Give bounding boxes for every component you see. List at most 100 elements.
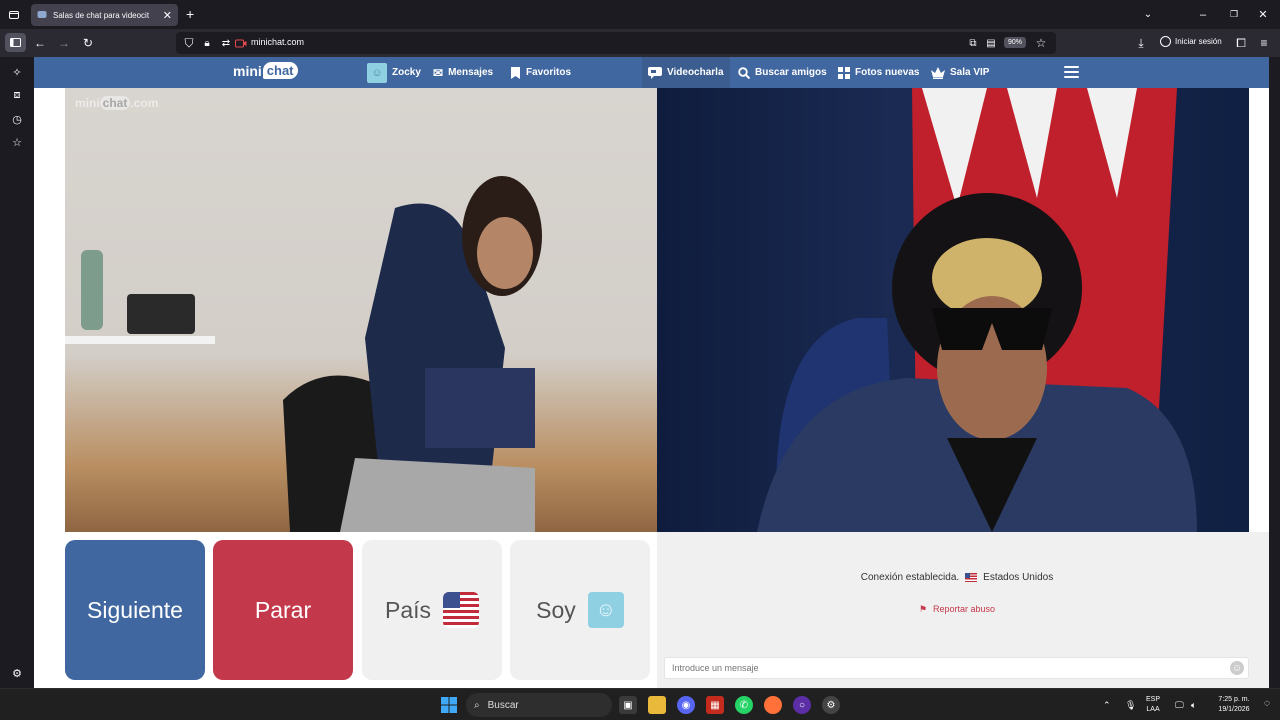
bookmark-star-icon[interactable]: ☆ <box>1034 36 1048 50</box>
back-arrow-icon[interactable]: ← <box>33 36 47 50</box>
volume-icon[interactable]: 🔈︎ <box>1191 700 1196 710</box>
game-app-icon[interactable]: ⚙ <box>822 696 840 714</box>
minichat-watermark: mini chat .com <box>75 96 158 110</box>
reader-view-icon[interactable]: ▤ <box>984 36 998 50</box>
report-abuse-label: Reportar abuso <box>933 604 996 614</box>
restore-button[interactable]: ❐ <box>1228 0 1240 29</box>
minichat-logo[interactable]: mini chat <box>233 62 298 79</box>
emoji-icon[interactable]: ☺ <box>1230 661 1244 675</box>
history-icon[interactable]: ◷ <box>10 112 24 126</box>
close-window-button[interactable]: ✕ <box>1257 0 1269 29</box>
user-silhouette-icon: ☺ <box>587 592 624 628</box>
tracking-shield-icon[interactable]: ⛉ <box>182 36 196 50</box>
zoom-level-badge[interactable]: 90% <box>1004 37 1027 48</box>
camera-in-use-icon[interactable] <box>234 36 248 50</box>
nav-buscar-amigos-label: Buscar amigos <box>755 67 827 78</box>
chat-controls: Siguiente Parar País Soy ☺ <box>65 540 657 680</box>
clock-time: 7:25 p. m. <box>1218 696 1250 703</box>
microphone-icon[interactable]: 🎙︎ <box>1125 700 1136 710</box>
taskbar-search-label: Buscar <box>487 699 519 711</box>
nav-buscar-amigos[interactable]: Buscar amigos <box>732 57 833 88</box>
us-flag-icon <box>443 592 480 628</box>
next-button-label: Siguiente <box>87 596 183 623</box>
watermark-chat: chat <box>99 96 131 110</box>
whatsapp-icon[interactable]: ✆ <box>735 696 753 714</box>
discord-icon[interactable]: ◉ <box>677 696 695 714</box>
us-flag-small-icon <box>965 573 978 582</box>
tab-close-icon[interactable]: ✕ <box>163 9 172 22</box>
nav-fotos-nuevas-label: Fotos nuevas <box>855 67 920 78</box>
report-abuse-link[interactable]: ⚑ Reportar abuso <box>657 604 1257 615</box>
downloads-icon[interactable]: ⤓ <box>1134 36 1148 50</box>
notifications-icon[interactable]: ◌ <box>1264 699 1270 709</box>
extensions-icon[interactable]: ⧠ <box>1234 36 1248 50</box>
picture-in-picture-icon[interactable]: ⧉ <box>966 36 980 50</box>
reload-icon[interactable]: ↻ <box>81 36 95 50</box>
nav-mensajes-label: Mensajes <box>448 67 494 78</box>
office-app-icon[interactable]: ▦ <box>706 696 724 714</box>
me-button-label: Soy <box>536 596 576 623</box>
sign-in-label: Iniciar sesión <box>1175 37 1222 46</box>
connection-status: Conexión establecida. Estados Unidos <box>657 572 1257 583</box>
taskbar-search[interactable]: ⌕ Buscar <box>466 693 612 717</box>
firefox-icon[interactable] <box>764 696 782 714</box>
file-explorer-icon[interactable] <box>648 696 666 714</box>
logo-mini-text: mini <box>233 62 262 79</box>
country-button-label: País <box>384 596 432 623</box>
nav-videocharla-label: Videocharla <box>667 67 724 78</box>
site-favicon-icon <box>37 11 47 18</box>
bookmarks-icon[interactable]: ☆ <box>10 135 24 149</box>
next-button[interactable]: Siguiente <box>65 540 205 680</box>
hamburger-menu-icon[interactable] <box>1064 66 1079 78</box>
grid-icon <box>838 66 850 79</box>
partner-video-feed <box>65 176 542 532</box>
ai-chatbot-icon[interactable]: ✧ <box>10 65 24 79</box>
clock[interactable]: 7:25 p. m. 19/1/2026 <box>1212 695 1256 715</box>
nav-mensajes[interactable]: ✉ Mensajes <box>427 57 499 88</box>
sidebar-settings-gear-icon[interactable]: ⚙ <box>10 666 24 680</box>
tab-list-icon[interactable] <box>1 2 27 28</box>
cortana-icon[interactable]: ○ <box>793 696 811 714</box>
connection-text: Conexión establecida. <box>860 572 960 583</box>
windows-start-icon[interactable] <box>440 696 458 714</box>
page-scrollbar[interactable] <box>1269 57 1280 688</box>
nav-sala-vip[interactable]: Sala VIP <box>925 57 995 88</box>
browser-tab[interactable]: Salas de chat para videocit ✕ <box>31 4 178 26</box>
new-tab-button[interactable]: + <box>186 6 194 22</box>
sidebar-toggle-button[interactable] <box>5 33 26 52</box>
gender-select-button[interactable]: Soy ☺ <box>510 540 650 680</box>
tab-overflow-chevron-icon[interactable]: ⌄ <box>1142 0 1154 29</box>
forward-arrow-icon[interactable]: → <box>57 36 71 50</box>
message-input[interactable] <box>664 657 1249 679</box>
partner-video: mini chat .com <box>65 88 657 532</box>
tray-overflow-icon[interactable]: ⌃ <box>1103 700 1111 710</box>
network-icon[interactable]: 🖵︎ <box>1175 700 1184 710</box>
app-menu-icon[interactable]: ≡ <box>1257 36 1271 50</box>
sign-in-button[interactable]: Iniciar sesión <box>1160 36 1222 47</box>
language-bottom: LAA <box>1146 706 1160 713</box>
tab-title: Salas de chat para videocit <box>53 10 150 20</box>
nav-zocky-label: Zocky <box>392 67 421 78</box>
nav-fotos-nuevas[interactable]: Fotos nuevas <box>832 57 925 88</box>
self-video-feed <box>757 88 1197 532</box>
lock-icon[interactable]: 🔒︎ <box>200 36 214 50</box>
browser-sidebar: ✧ ⧈ ◷ ☆ ⚙ <box>0 57 34 688</box>
site-header: mini chat ☺ Zocky ✉ Mensajes Favoritos V… <box>34 57 1269 88</box>
chat-bubble-icon <box>648 66 662 79</box>
stop-button[interactable]: Parar <box>213 540 353 680</box>
nav-zocky[interactable]: ☺ Zocky <box>361 57 427 88</box>
nav-videocharla[interactable]: Videocharla <box>642 57 730 88</box>
account-icon <box>1160 36 1171 47</box>
minimize-button[interactable]: – <box>1197 0 1209 29</box>
nav-favoritos-label: Favoritos <box>526 67 572 78</box>
country-filter-button[interactable]: País <box>362 540 502 680</box>
envelope-icon: ✉ <box>433 65 444 80</box>
task-view-icon[interactable]: ▣ <box>619 696 637 714</box>
address-bar[interactable]: ⛉ 🔒︎ ⇄ minichat.com ⧉ ▤ 90% ☆ <box>176 32 1056 54</box>
synced-tabs-icon[interactable]: ⧈ <box>10 88 24 102</box>
language-indicator[interactable]: ESP LAA <box>1146 695 1160 715</box>
windows-taskbar: ⌕ Buscar ▣ ◉ ▦ ✆ ○ ⚙ ⌃ 🎙︎ ESP LAA 🖵︎ 🔈︎ … <box>0 688 1280 720</box>
nav-favoritos[interactable]: Favoritos <box>504 57 577 88</box>
partner-country: Estados Unidos <box>983 572 1054 583</box>
permissions-icon[interactable]: ⇄ <box>219 36 233 50</box>
